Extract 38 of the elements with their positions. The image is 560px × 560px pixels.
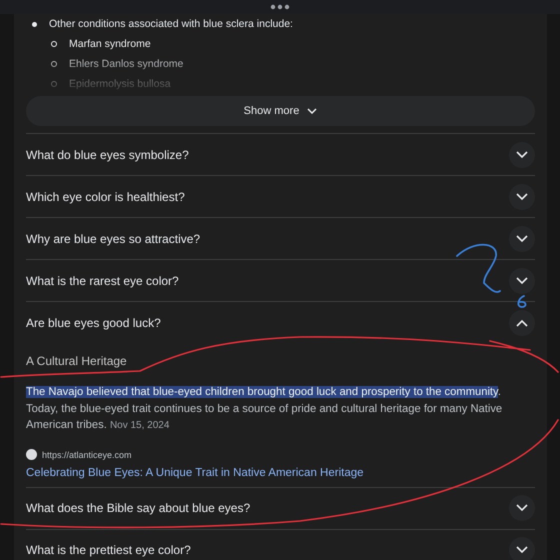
expand-button[interactable]: [509, 184, 535, 210]
handwritten-mark: [515, 294, 529, 309]
source-url: https://atlanticeye.com: [42, 450, 132, 460]
question-text[interactable]: What does the Bible say about blue eyes?: [26, 501, 250, 515]
expand-button[interactable]: [509, 495, 535, 521]
question-text[interactable]: Which eye color is healthiest?: [26, 190, 185, 204]
chevron-down-icon: [516, 504, 528, 512]
question-text[interactable]: Why are blue eyes so attractive?: [26, 232, 200, 246]
bullet-icon: [51, 61, 57, 67]
expand-button[interactable]: [509, 142, 535, 168]
list-item: Other conditions associated with blue sclera include:: [49, 17, 293, 32]
answer-text: The Navajo believed that blue-eyed children brought good luck and prosperity to the community. Today, the blue-eyed trait continues to be a source of pride and cultural heritage for many Native American tribes. Nov 15, 2024: [26, 385, 504, 433]
expand-button[interactable]: [509, 226, 535, 252]
list-item: Marfan syndrome: [69, 37, 151, 52]
chevron-down-icon: [516, 276, 528, 284]
show-more-button[interactable]: Show more: [26, 96, 535, 126]
question-text[interactable]: Are blue eyes good luck?: [26, 316, 161, 330]
bullet-icon: [51, 41, 57, 47]
expand-button[interactable]: [509, 537, 535, 560]
site-icon: [26, 449, 37, 460]
answer-heading: A Cultural Heritage: [26, 354, 128, 368]
chevron-down-icon: [307, 108, 318, 114]
source-link[interactable]: Celebrating Blue Eyes: A Unique Trait in Native American Heritage: [26, 466, 364, 480]
bullet-icon: [32, 22, 37, 26]
list-item: Ehlers Danlos syndrome: [69, 57, 184, 72]
chevron-down-icon: [516, 546, 528, 554]
bullet-icon: [51, 81, 57, 87]
chevron-down-icon: [516, 234, 528, 242]
question-text[interactable]: What is the prettiest eye color?: [26, 543, 191, 557]
question-text[interactable]: What is the rarest eye color?: [26, 274, 179, 288]
expand-button[interactable]: [509, 310, 535, 336]
expand-button[interactable]: [509, 268, 535, 294]
chevron-up-icon: [516, 318, 528, 326]
list-item: Epidermolysis bullosa: [69, 77, 171, 92]
question-text[interactable]: What do blue eyes symbolize?: [26, 148, 189, 162]
more-icon[interactable]: [270, 4, 290, 10]
chevron-down-icon: [516, 150, 528, 158]
chevron-down-icon: [516, 192, 528, 200]
